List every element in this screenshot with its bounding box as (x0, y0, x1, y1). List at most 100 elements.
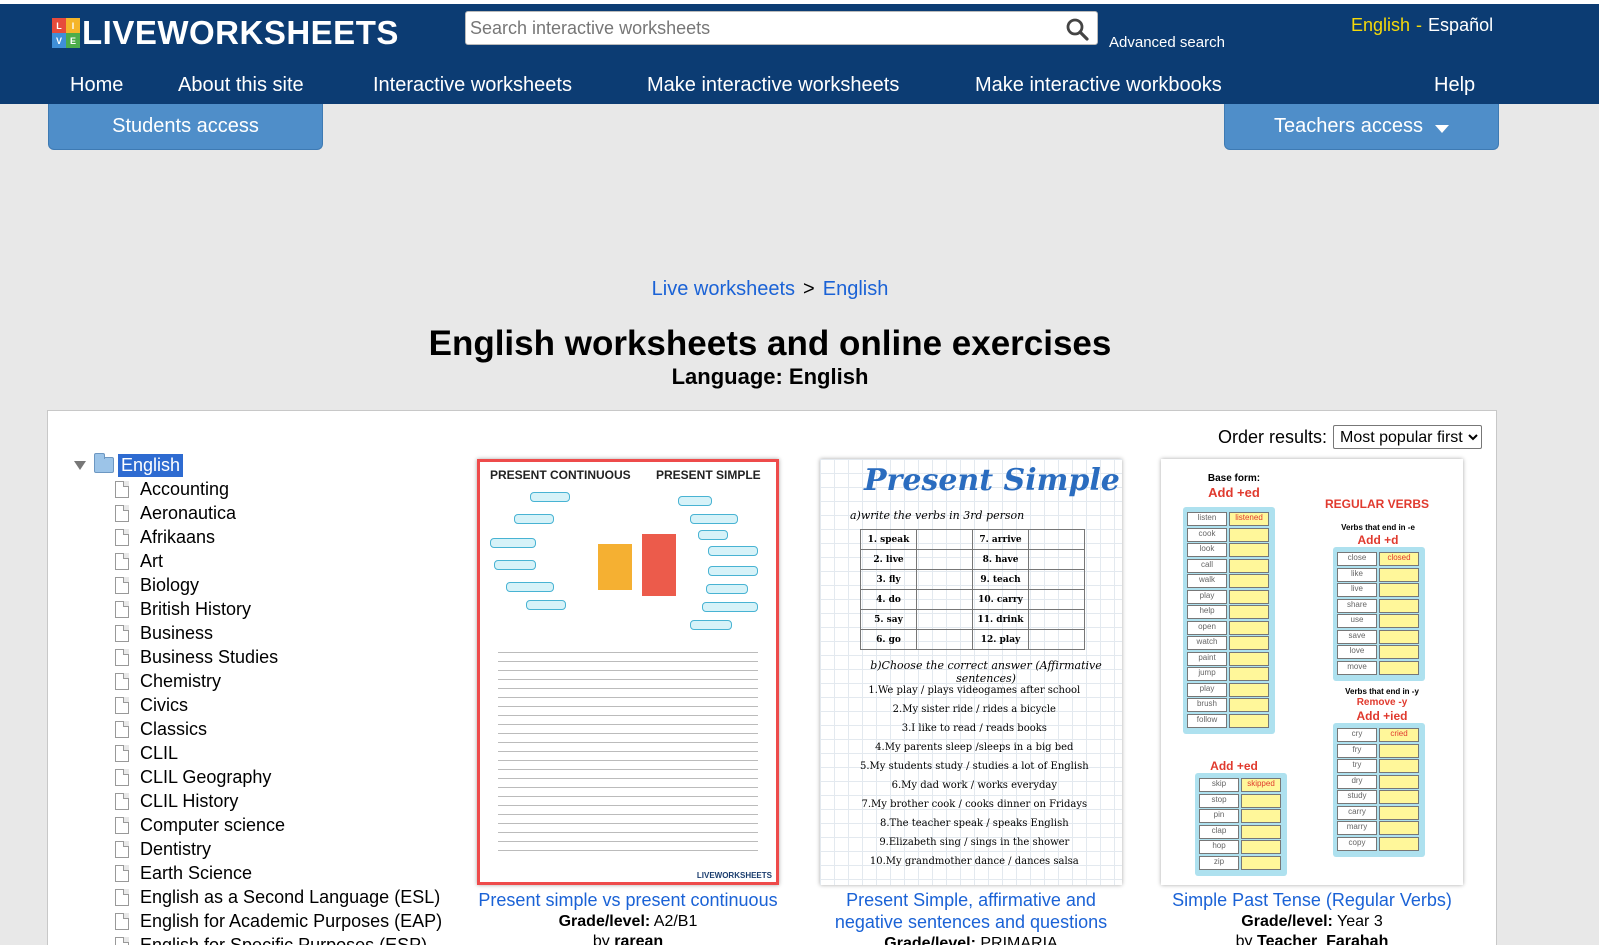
worksheet-thumbnail[interactable]: Base form: Add +ed REGULAR VERBS Verbs t… (1161, 459, 1463, 885)
worksheet-title-link[interactable]: Simple Past Tense (Regular Verbs) (1152, 889, 1472, 911)
answer-cell[interactable] (1379, 645, 1419, 659)
tree-item[interactable]: Business (115, 621, 442, 645)
answer-cell[interactable] (1379, 821, 1419, 835)
answer-cell[interactable] (1379, 598, 1419, 613)
answer-cell[interactable] (1379, 774, 1419, 789)
answer-cell[interactable]: listened (1229, 512, 1269, 526)
answer-cell[interactable] (1229, 667, 1269, 681)
tree-item[interactable]: Business Studies (115, 645, 442, 669)
answer-box[interactable] (916, 569, 973, 590)
tree-root-label[interactable]: English (118, 453, 184, 477)
students-access-button[interactable]: Students access (48, 104, 323, 150)
answer-box[interactable] (916, 549, 973, 570)
answer-cell[interactable] (1229, 713, 1269, 728)
answer-cell[interactable] (1241, 809, 1281, 823)
tree-item[interactable]: English for Academic Purposes (EAP) (115, 909, 442, 933)
answer-cell[interactable] (1229, 589, 1269, 604)
answer-cell[interactable] (1229, 605, 1269, 619)
tree-item[interactable]: English for Specific Purposes (ESP) (115, 933, 442, 945)
answer-cell[interactable] (1229, 527, 1269, 542)
answer-box[interactable] (1028, 549, 1085, 570)
verb-cell: open (1187, 620, 1227, 635)
answer-cell[interactable] (1229, 651, 1269, 666)
tree-item[interactable]: CLIL (115, 741, 442, 765)
answer-box[interactable] (1028, 569, 1085, 590)
tree-item[interactable]: British History (115, 597, 442, 621)
answer-box[interactable] (1028, 529, 1085, 550)
nav-make-workbooks[interactable]: Make interactive workbooks (975, 74, 1222, 97)
tree-item[interactable]: Accounting (115, 477, 442, 501)
answer-cell[interactable] (1379, 583, 1419, 597)
answer-box[interactable] (916, 589, 973, 610)
tree-item[interactable]: CLIL History (115, 789, 442, 813)
answer-box[interactable] (1028, 629, 1085, 650)
worksheet-title-link[interactable]: Present simple vs present continuous (468, 889, 788, 911)
lang-spanish-link[interactable]: Español (1428, 15, 1493, 35)
answer-cell[interactable]: skipped (1241, 778, 1281, 792)
answer-cell[interactable] (1241, 840, 1281, 854)
worksheet-title-link[interactable]: Present Simple, affirmative and negative… (811, 889, 1131, 933)
tree-item[interactable]: Civics (115, 693, 442, 717)
order-select[interactable]: Most popular first (1333, 425, 1482, 449)
page-title: English worksheets and online exercises (428, 324, 1112, 363)
answer-cell[interactable] (1229, 558, 1269, 573)
tree-item[interactable]: Classics (115, 717, 442, 741)
answer-box[interactable] (916, 629, 973, 650)
answer-cell[interactable] (1229, 636, 1269, 650)
answer-cell[interactable] (1229, 543, 1269, 557)
answer-cell[interactable] (1229, 620, 1269, 635)
nav-home[interactable]: Home (70, 74, 123, 97)
answer-cell[interactable]: cried (1379, 728, 1419, 742)
answer-cell[interactable] (1379, 836, 1419, 851)
answer-cell[interactable] (1379, 743, 1419, 758)
worksheet-thumbnail[interactable]: Present Simple a)write the verbs in 3rd … (820, 459, 1122, 885)
document-icon (115, 648, 129, 666)
answer-cell[interactable] (1241, 824, 1281, 839)
tree-item[interactable]: Chemistry (115, 669, 442, 693)
answer-cell[interactable]: closed (1379, 552, 1419, 566)
answer-box[interactable] (916, 609, 973, 630)
nav-make-worksheets[interactable]: Make interactive worksheets (647, 74, 899, 97)
answer-cell[interactable] (1379, 805, 1419, 820)
breadcrumb-root-link[interactable]: Live worksheets (652, 278, 795, 300)
answer-cell[interactable] (1379, 629, 1419, 644)
answer-cell[interactable] (1241, 855, 1281, 870)
answer-box[interactable] (1028, 609, 1085, 630)
answer-cell[interactable] (1229, 698, 1269, 712)
nav-about[interactable]: About this site (178, 74, 304, 97)
tree-item[interactable]: Afrikaans (115, 525, 442, 549)
advanced-search-link[interactable]: Advanced search (1109, 34, 1225, 51)
site-logo[interactable]: L I V E LIVEWORKSHEETS (52, 14, 399, 52)
thumb-heading: PRESENT SIMPLE (656, 468, 761, 482)
nav-interactive-worksheets[interactable]: Interactive worksheets (373, 74, 572, 97)
answer-cell[interactable] (1379, 759, 1419, 773)
nav-help[interactable]: Help (1434, 74, 1475, 97)
tree-collapse-icon[interactable] (74, 460, 86, 470)
tree-item[interactable]: Biology (115, 573, 442, 597)
answer-cell[interactable] (1379, 614, 1419, 628)
teachers-access-button[interactable]: Teachers access (1224, 104, 1499, 150)
tree-item[interactable]: English as a Second Language (ESL) (115, 885, 442, 909)
answer-cell[interactable] (1379, 790, 1419, 804)
search-icon[interactable] (1065, 17, 1089, 41)
answer-cell[interactable] (1379, 567, 1419, 582)
author-link[interactable]: Teacher_Farahah (1257, 933, 1388, 945)
worksheet-thumbnail[interactable]: PRESENT CONTINUOUS PRESENT SIMPLE LIVEWO… (477, 459, 779, 885)
answer-box[interactable] (1028, 589, 1085, 610)
lang-english-link[interactable]: English (1351, 15, 1410, 35)
tree-item[interactable]: Aeronautica (115, 501, 442, 525)
tree-item[interactable]: Dentistry (115, 837, 442, 861)
tree-item[interactable]: Earth Science (115, 861, 442, 885)
tree-item[interactable]: CLIL Geography (115, 765, 442, 789)
tree-item[interactable]: Art (115, 549, 442, 573)
author-link[interactable]: rarean (614, 933, 663, 945)
tree-item[interactable]: Computer science (115, 813, 442, 837)
answer-cell[interactable] (1241, 793, 1281, 808)
breadcrumb-current-link[interactable]: English (823, 278, 889, 300)
answer-cell[interactable] (1379, 660, 1419, 675)
search-input[interactable] (470, 12, 1050, 44)
document-icon (115, 504, 129, 522)
answer-box[interactable] (916, 529, 973, 550)
answer-cell[interactable] (1229, 574, 1269, 588)
answer-cell[interactable] (1229, 682, 1269, 697)
